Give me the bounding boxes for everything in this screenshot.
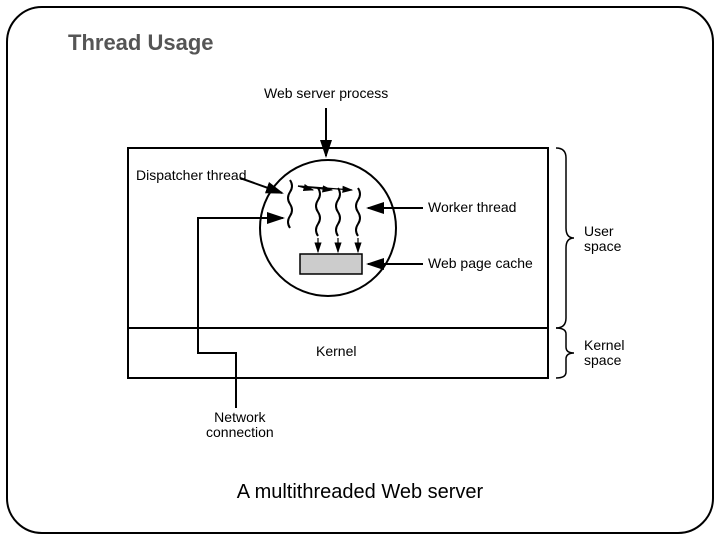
label-dispatcher-thread: Dispatcher thread: [136, 168, 247, 183]
slide-frame: Thread Usage: [6, 6, 714, 534]
label-user-space: User space: [584, 224, 621, 255]
label-kernel-space: Kernel space: [584, 338, 624, 369]
label-web-server-process: Web server process: [264, 86, 388, 101]
diagram-area: Web server process Dispatcher thread Wor…: [88, 78, 648, 448]
label-worker-thread: Worker thread: [428, 200, 516, 215]
label-kernel: Kernel: [316, 344, 356, 359]
label-network-connection: Network connection: [206, 410, 274, 441]
slide-title: Thread Usage: [68, 30, 214, 56]
label-web-page-cache: Web page cache: [428, 256, 533, 271]
slide-caption: A multithreaded Web server: [8, 481, 712, 504]
diagram-svg: [88, 78, 648, 448]
